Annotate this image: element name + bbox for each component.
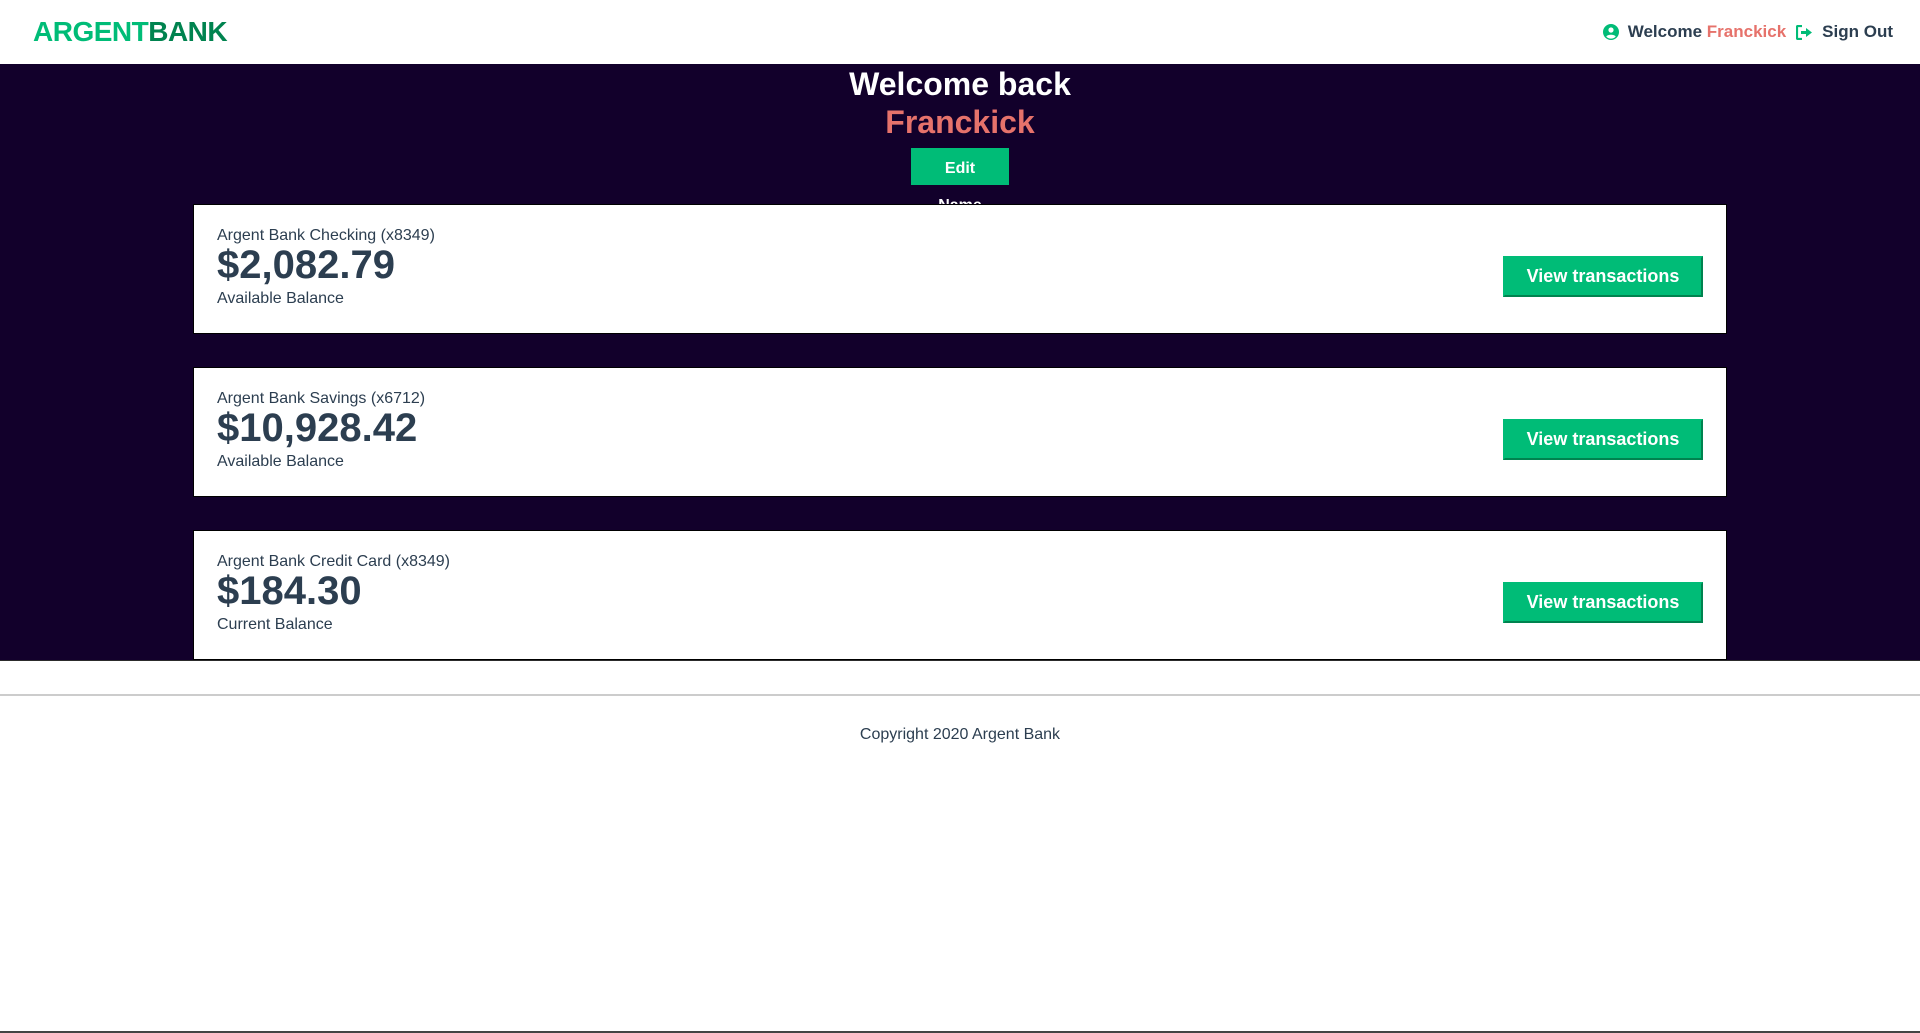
- main-nav: ARGENT BANK Welcome Franckick Sign Out: [0, 0, 1920, 64]
- logo-text-bank: BANK: [148, 16, 228, 47]
- account-card-checking: Argent Bank Checking (x8349) $2,082.79 A…: [193, 204, 1727, 334]
- welcome-heading: Welcome back: [849, 66, 1071, 102]
- logo-text-argent: ARGENT: [33, 16, 149, 47]
- account-card-savings: Argent Bank Savings (x6712) $10,928.42 A…: [193, 367, 1727, 497]
- user-circle-icon: [1602, 24, 1619, 40]
- footer: Copyright 2020 Argent Bank: [0, 694, 1920, 744]
- sign-out-label: Sign Out: [1822, 22, 1893, 41]
- user-profile-link[interactable]: Welcome Franckick: [1602, 22, 1786, 42]
- account-card-credit: Argent Bank Credit Card (x8349) $184.30 …: [193, 530, 1727, 660]
- user-name-heading: Franckick: [885, 104, 1035, 140]
- nav-user-name: Franckick: [1706, 22, 1787, 41]
- account-amount-description: Available Balance: [217, 290, 344, 307]
- welcome-text: Welcome: [1627, 22, 1703, 41]
- account-amount: $184.30: [217, 569, 362, 613]
- footer-copyright: Copyright 2020 Argent Bank: [859, 726, 1061, 743]
- main-content: Welcome back Franckick Edit Name Argent …: [0, 64, 1920, 661]
- account-amount: $10,928.42: [217, 406, 418, 450]
- view-transactions-button[interactable]: View transactions: [1503, 582, 1703, 623]
- sign-out-link[interactable]: Sign Out: [1796, 22, 1893, 42]
- main-bottom-divider: [0, 660, 1920, 661]
- welcome-header: Welcome back Franckick Edit Name: [0, 64, 1920, 215]
- nav-right: Welcome Franckick Sign Out: [1602, 22, 1893, 42]
- logo-link[interactable]: ARGENT BANK: [33, 16, 228, 48]
- sign-out-icon: [1796, 24, 1813, 40]
- account-amount-description: Available Balance: [217, 453, 344, 470]
- view-transactions-button[interactable]: View transactions: [1503, 419, 1703, 460]
- account-amount: $2,082.79: [217, 243, 395, 287]
- view-transactions-button[interactable]: View transactions: [1503, 256, 1703, 297]
- welcome-label: Welcome Franckick: [1628, 22, 1786, 42]
- edit-name-button[interactable]: Edit Name: [911, 148, 1009, 214]
- account-amount-description: Current Balance: [217, 616, 333, 633]
